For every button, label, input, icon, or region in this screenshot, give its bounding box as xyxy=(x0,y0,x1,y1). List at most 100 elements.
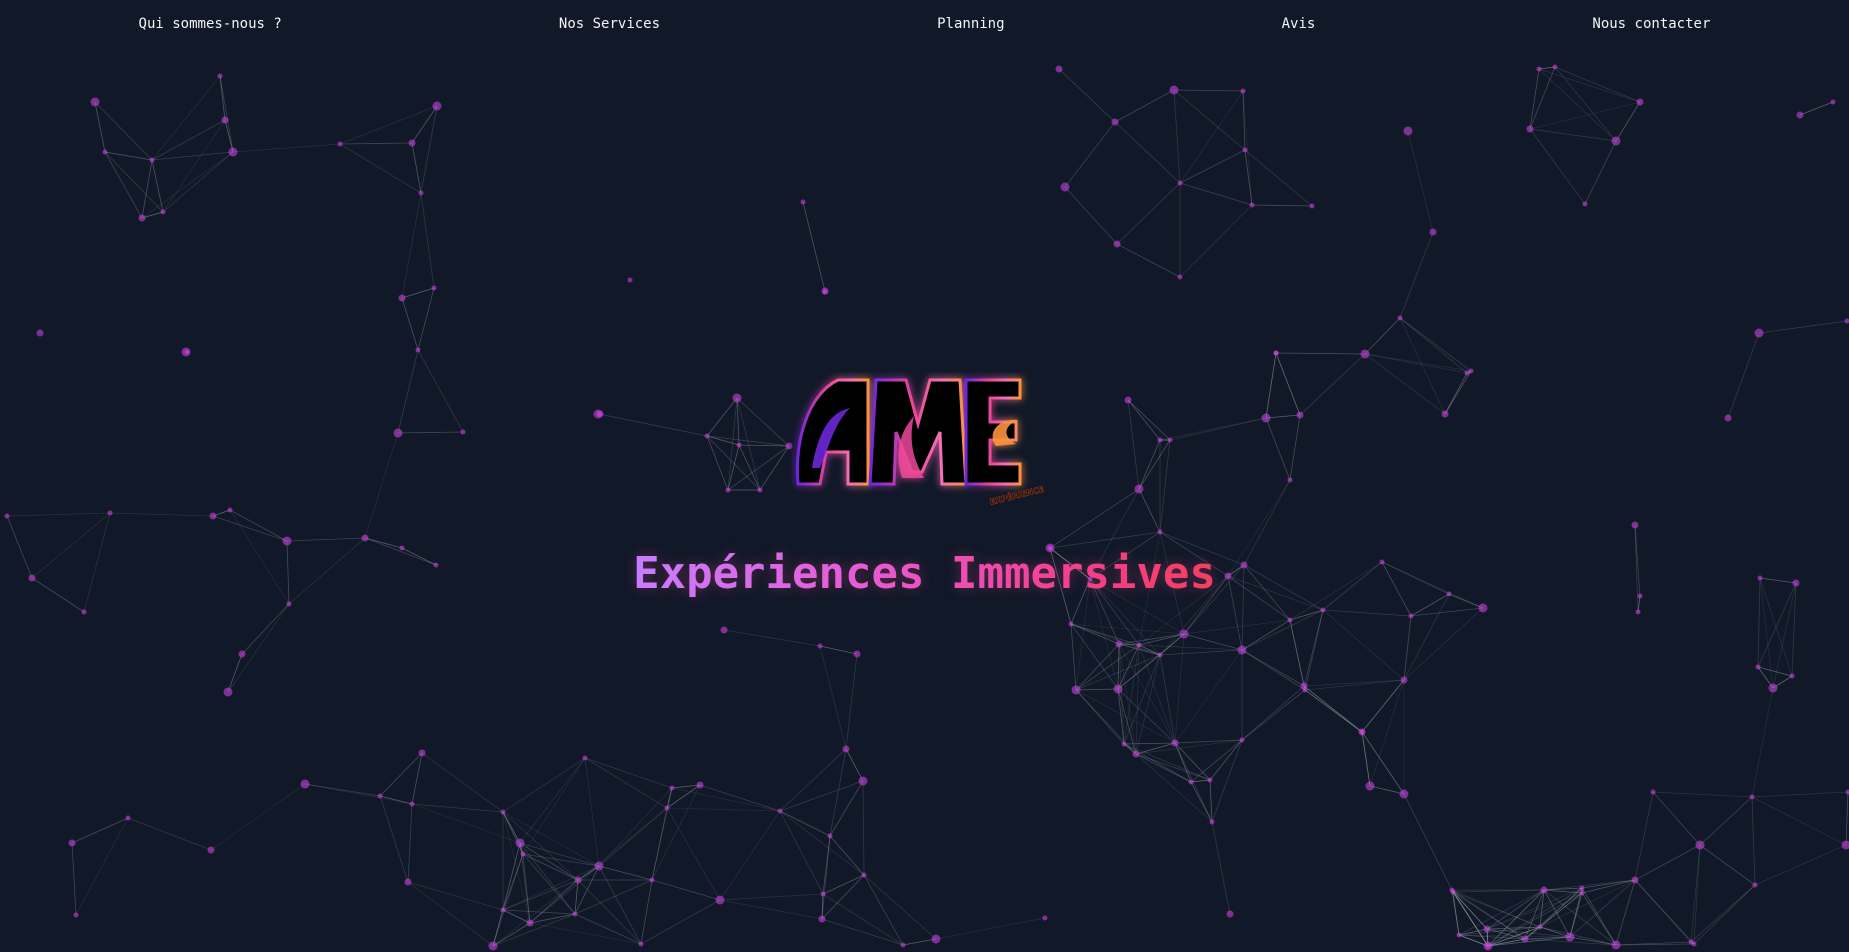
network-line xyxy=(1538,68,1641,103)
network-node xyxy=(102,149,108,155)
network-line xyxy=(1049,531,1161,549)
network-node xyxy=(649,877,655,883)
network-line xyxy=(304,783,413,805)
network-node xyxy=(36,329,44,337)
network-line xyxy=(1135,753,1211,781)
network-node xyxy=(817,643,823,649)
network-node xyxy=(1400,676,1408,684)
network-line xyxy=(407,881,494,947)
network-line xyxy=(1410,607,1484,617)
network-node xyxy=(125,815,131,821)
network-line xyxy=(227,653,243,693)
network-node xyxy=(1521,935,1529,943)
network-line xyxy=(1615,879,1636,946)
network-line xyxy=(1135,742,1176,755)
network-node xyxy=(1552,64,1558,70)
network-line xyxy=(1179,149,1246,184)
network-line xyxy=(502,757,586,813)
network-line xyxy=(1117,688,1176,744)
network-node xyxy=(207,846,215,854)
network-line xyxy=(1058,68,1116,123)
network-line xyxy=(1569,892,1583,938)
network-line xyxy=(1529,66,1556,130)
network-node xyxy=(500,907,506,913)
network-line xyxy=(706,435,761,491)
network-line xyxy=(1173,89,1181,184)
network-line xyxy=(379,752,423,797)
network-node xyxy=(1449,887,1455,893)
network-line xyxy=(1652,791,1701,846)
network-line xyxy=(1699,796,1753,846)
nav-link-services[interactable]: Nos Services xyxy=(559,16,660,32)
nav-link-avis[interactable]: Avis xyxy=(1282,16,1316,32)
nav-link-contact[interactable]: Nous contacter xyxy=(1592,16,1710,32)
network-node xyxy=(520,851,526,857)
network-line xyxy=(1529,101,1641,130)
network-line xyxy=(1179,90,1244,184)
network-line xyxy=(1751,796,1847,846)
network-line xyxy=(1727,332,1760,419)
network-line xyxy=(1529,68,1540,130)
network-node xyxy=(1177,180,1183,186)
network-line xyxy=(1275,352,1301,416)
network-node xyxy=(408,139,416,147)
network-line xyxy=(1403,607,1484,681)
network-line xyxy=(1135,753,1192,783)
network-line xyxy=(1123,742,1176,745)
network-node xyxy=(1582,201,1588,207)
network-line xyxy=(1581,887,1617,946)
network-node xyxy=(1540,886,1548,894)
network-line xyxy=(845,653,858,750)
network-node xyxy=(1113,684,1123,694)
network-node xyxy=(1207,777,1213,783)
network-node xyxy=(1042,915,1048,921)
network-line xyxy=(1799,101,1834,116)
network-node xyxy=(669,785,675,791)
network-node xyxy=(73,912,79,918)
page: Qui sommes-nous ? Nos Services Planning … xyxy=(0,0,1849,952)
network-line xyxy=(1451,889,1489,947)
network-node xyxy=(418,190,424,196)
network-line xyxy=(584,757,600,867)
network-line xyxy=(1075,689,1125,745)
network-node xyxy=(1631,521,1639,529)
network-node xyxy=(1113,240,1121,248)
network-line xyxy=(75,817,129,916)
network-node xyxy=(800,199,806,205)
network-node xyxy=(1752,882,1758,888)
network-node xyxy=(1526,125,1534,133)
network-line xyxy=(1251,204,1313,207)
network-node xyxy=(820,891,826,897)
network-node xyxy=(861,872,867,878)
nav-link-qui-sommes-nous[interactable]: Qui sommes-nous ? xyxy=(139,16,282,32)
network-node xyxy=(1399,789,1409,799)
network-node xyxy=(593,409,603,419)
network-line xyxy=(1451,889,1541,928)
network-node xyxy=(1429,228,1437,236)
nav-link-planning[interactable]: Planning xyxy=(937,16,1004,32)
network-line xyxy=(1173,89,1244,92)
network-line xyxy=(1751,796,1756,886)
network-node xyxy=(398,294,406,302)
network-line xyxy=(719,810,781,901)
network-line xyxy=(1444,372,1468,415)
network-line xyxy=(736,397,790,447)
network-node xyxy=(1456,932,1462,938)
network-line xyxy=(1190,779,1211,783)
network-line xyxy=(1241,619,1291,651)
network-line xyxy=(1123,743,1211,781)
network-node xyxy=(418,749,426,757)
network-line xyxy=(1751,687,1774,798)
network-line xyxy=(819,645,858,655)
network-line xyxy=(364,537,403,549)
network-node xyxy=(1068,621,1074,627)
network-node xyxy=(827,833,833,839)
network-line xyxy=(1690,844,1701,943)
network-line xyxy=(1361,731,1371,787)
network-line xyxy=(1361,679,1405,733)
network-line xyxy=(1241,649,1305,687)
network-node xyxy=(732,393,742,403)
network-line xyxy=(1529,128,1586,205)
network-line xyxy=(666,807,721,901)
network-line xyxy=(421,752,504,813)
